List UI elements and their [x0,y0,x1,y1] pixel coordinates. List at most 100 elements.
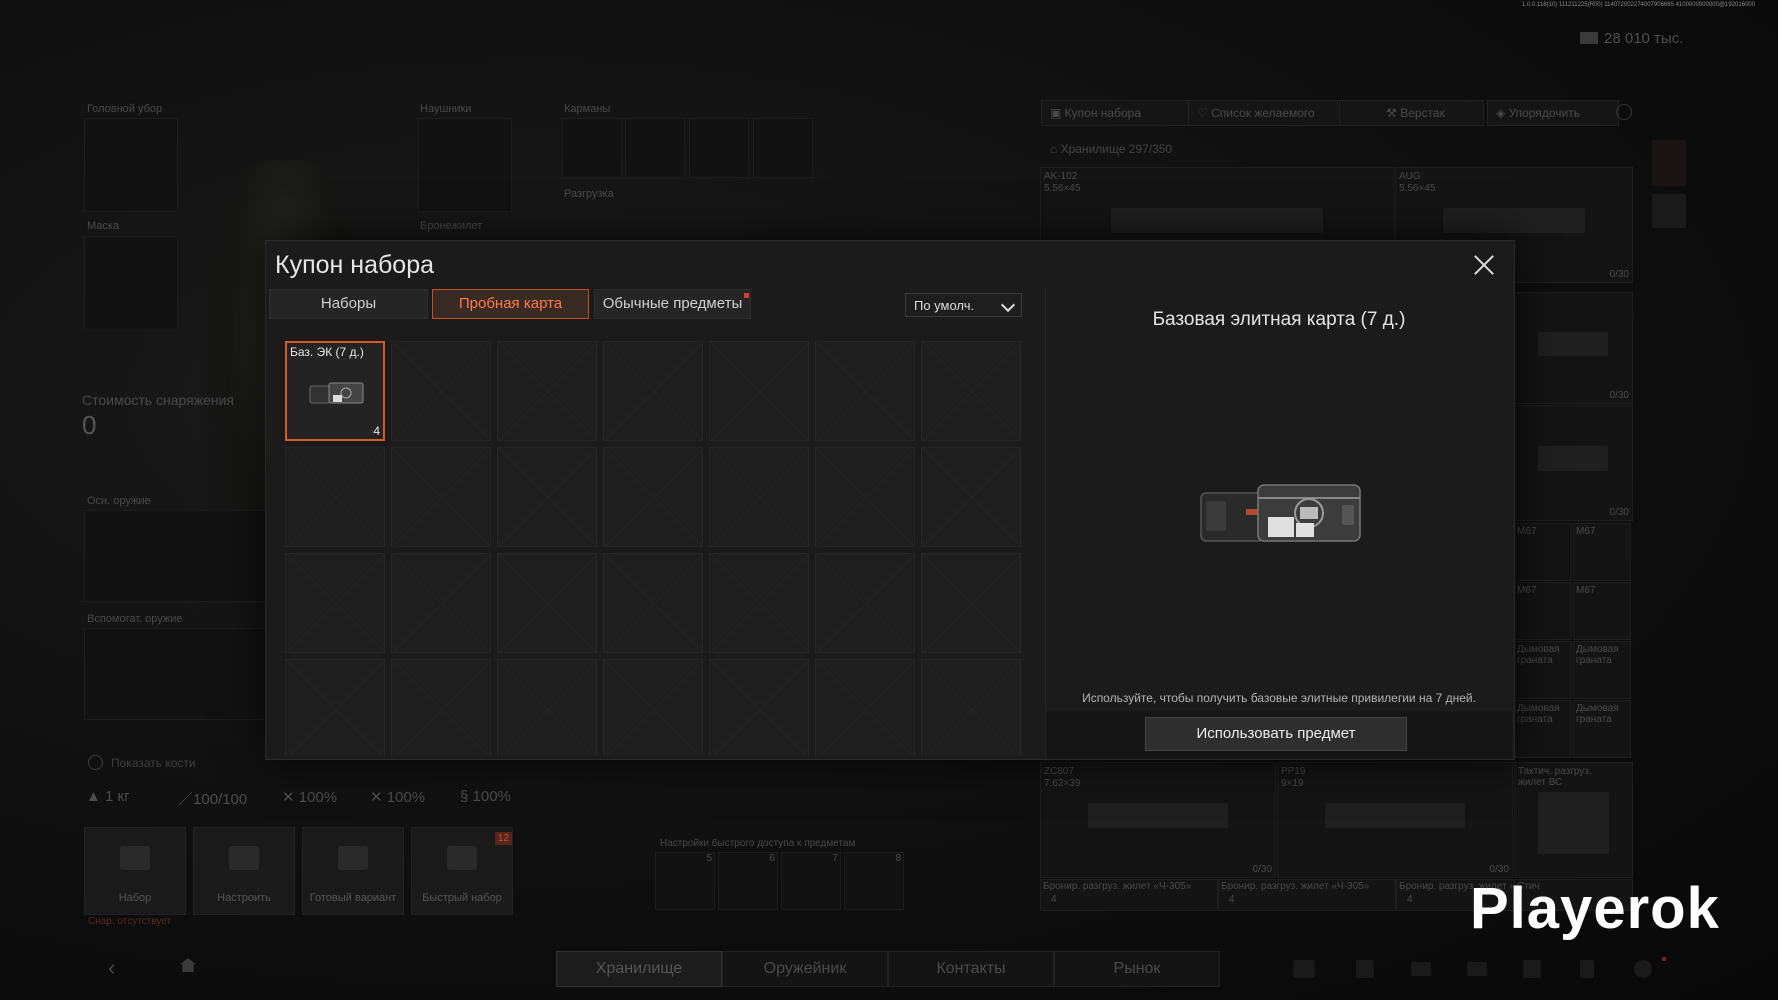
grenade-item[interactable]: M67 [1573,582,1631,640]
item-cell-basic-elite-card[interactable]: Баз. ЭК (7 д.) 4 [285,341,385,441]
empty-item-cell[interactable] [285,553,385,653]
sort-dropdown[interactable]: По умолч. [905,293,1022,317]
storage-item-weapon[interactable]: 0/30 [1513,292,1633,404]
grenade-item[interactable]: M67 [1573,523,1631,581]
empty-item-cell[interactable] [603,341,703,441]
empty-item-cell[interactable] [921,659,1021,756]
coupon-tool-button[interactable]: ▣ Купон набора [1041,100,1191,126]
friends-icon[interactable] [1293,960,1315,978]
empty-item-cell[interactable] [391,341,491,441]
back-button[interactable]: ‹ [108,955,115,981]
workbench-button[interactable]: ⚒ Верстак [1339,100,1484,126]
mask-slot[interactable] [84,236,178,330]
storage-item-zc807[interactable]: ZC807 7.62×39 0/30 [1040,762,1276,878]
loadout-button[interactable]: Набор [84,827,186,915]
empty-item-cell[interactable] [815,341,915,441]
profile-icon[interactable] [1356,960,1374,978]
empty-item-cell[interactable] [603,553,703,653]
empty-item-cell[interactable] [603,447,703,547]
wishlist-button[interactable]: ♡ Список желаемого [1188,100,1338,126]
empty-item-cell[interactable] [709,553,809,653]
storage-item-pp19[interactable]: PP19 9×19 0/30 [1277,762,1513,878]
headphones-slot[interactable] [418,118,512,212]
quick-slot-7[interactable]: 7 [781,852,841,910]
use-item-button[interactable]: Использовать предмет [1145,717,1407,751]
empty-item-cell[interactable] [603,659,703,756]
smoke-grenade-item[interactable]: Дымовая граната [1514,641,1572,699]
storage-item-tactical-vest[interactable]: Тактич. разгруз. жилет ВС [1514,762,1633,878]
settings-icon[interactable] [1634,960,1652,978]
empty-item-cell[interactable] [815,553,915,653]
shop-icon[interactable] [1523,960,1541,978]
empty-item-cell[interactable] [921,553,1021,653]
mail-icon[interactable] [1467,962,1487,976]
empty-item-cell[interactable] [391,447,491,547]
nav-tab-storage[interactable]: Хранилище [556,951,722,987]
primary-weapon-slot[interactable] [84,510,266,602]
show-bones-toggle[interactable]: Показать кости [88,755,196,770]
empty-item-cell[interactable] [285,659,385,756]
storage-item-vest[interactable]: Бронир. разгруз. жилет «Ч-305» 4 [1040,879,1218,911]
empty-item-cell[interactable] [709,341,809,441]
grenade-item[interactable]: M67 [1514,523,1572,581]
sort-storage-button[interactable]: ◈ Упорядочить [1487,100,1619,126]
storage-side-add-icon[interactable] [1652,194,1686,228]
pocket-slot[interactable] [689,118,749,178]
layers-icon: ◈ [1496,106,1509,120]
quick-slot-number: 6 [769,853,775,864]
tab-trial-card[interactable]: Пробная карта [432,289,589,319]
storage-item-weapon[interactable]: 0/30 [1513,405,1633,521]
quick-kit-button[interactable]: Быстрый набор 12 [411,827,513,915]
quick-slot-8[interactable]: 8 [844,852,904,910]
item-count: 4 [1407,894,1413,905]
smoke-grenade-item[interactable]: Дымовая граната [1514,700,1572,758]
empty-item-cell[interactable] [921,341,1021,441]
quick-slot-5[interactable]: 5 [655,852,715,910]
quick-slot-6[interactable]: 6 [718,852,778,910]
empty-item-cell[interactable] [921,447,1021,547]
customize-button[interactable]: Настроить [193,827,295,915]
storage-item-vest[interactable]: Бронир. разгруз. жилет «Ч-305» 4 [1218,879,1396,911]
rifle-icon [1537,331,1609,356]
empty-item-cell[interactable] [497,553,597,653]
pocket-slot[interactable] [625,118,685,178]
weight-value: 1 кг [105,788,130,805]
pocket-slot[interactable] [753,118,813,178]
durability-value: 100/100 [193,791,248,808]
empty-item-cell[interactable] [285,447,385,547]
stat-4-icon: § [460,788,469,805]
notes-icon[interactable] [1580,960,1594,978]
storage-settings-icon[interactable] [1616,104,1632,120]
tab-regular-items[interactable]: Обычные предметы [594,289,751,319]
chat-icon[interactable] [1411,962,1431,976]
empty-item-cell[interactable] [815,659,915,756]
nav-tab-market[interactable]: Рынок [1054,951,1220,987]
item-name: M67 [1576,585,1596,596]
empty-item-cell[interactable] [815,447,915,547]
quick-access-label: Настройки быстрого доступа к предметам [660,838,856,849]
empty-item-cell[interactable] [391,659,491,756]
nav-tab-contacts[interactable]: Контакты [888,951,1054,987]
preset-button[interactable]: Готовый вариант [302,827,404,915]
smoke-grenade-item[interactable]: Дымовая граната [1573,641,1631,699]
item-count: 0/30 [1609,507,1629,518]
headwear-slot[interactable] [84,118,178,212]
empty-item-cell[interactable] [497,341,597,441]
grenade-item[interactable]: M67 [1514,582,1572,640]
nav-tab-armory[interactable]: Оружейник [722,951,888,987]
empty-item-cell[interactable] [709,447,809,547]
pocket-slot[interactable] [562,118,622,178]
smoke-grenade-item[interactable]: Дымовая граната [1573,700,1631,758]
item-name: Бронир. разгруз. жилет «Ч-305» [1221,881,1370,892]
item-cell-name: Баз. ЭК (7 д.) [290,345,364,359]
secondary-weapon-slot[interactable] [84,628,266,720]
storage-side-home-icon[interactable] [1652,140,1686,186]
empty-item-cell[interactable] [497,659,597,756]
tab-kits[interactable]: Наборы [269,289,428,319]
sort-dropdown-value: По умолч. [914,298,975,313]
item-name: AK-102 [1044,171,1078,182]
empty-item-cell[interactable] [497,447,597,547]
empty-item-cell[interactable] [391,553,491,653]
close-icon[interactable] [1470,251,1498,279]
empty-item-cell[interactable] [709,659,809,756]
